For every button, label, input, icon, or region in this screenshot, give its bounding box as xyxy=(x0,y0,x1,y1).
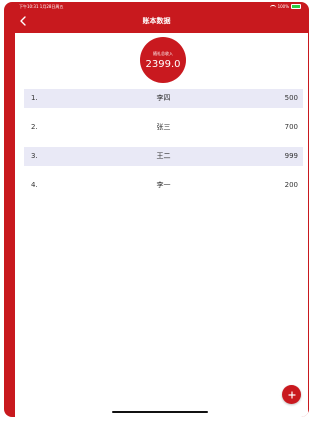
list-item[interactable]: 1. 李四 500 xyxy=(24,89,303,108)
ledger-list: 1. 李四 500 2. 张三 700 3. 王二 999 4. 李一 200 xyxy=(24,89,303,205)
battery-percentage: 100% xyxy=(277,4,289,9)
income-summary-label: 随礼总收入 xyxy=(153,51,173,56)
person-name: 李一 xyxy=(156,181,171,189)
person-name: 李四 xyxy=(156,94,171,102)
app-window: 下午10:31 1月28日周五 100% 账本数据 随礼总收入 2399.0 1… xyxy=(4,2,309,417)
battery-icon xyxy=(291,4,301,9)
content-panel: 随礼总收入 2399.0 1. 李四 500 2. 张三 700 3. 王二 9… xyxy=(15,33,308,417)
add-entry-button[interactable] xyxy=(282,385,301,404)
app-screen: 下午10:31 1月28日周五 100% 账本数据 随礼总收入 2399.0 1… xyxy=(0,0,313,424)
status-icons: 100% xyxy=(269,2,301,11)
row-index: 3. xyxy=(31,152,38,160)
row-index: 4. xyxy=(31,181,38,189)
list-item[interactable]: 2. 张三 700 xyxy=(24,118,303,137)
gift-amount: 200 xyxy=(284,181,298,189)
person-name: 王二 xyxy=(156,152,171,160)
person-name: 张三 xyxy=(156,123,171,131)
status-bar: 下午10:31 1月28日周五 100% xyxy=(4,2,309,11)
income-total-value: 2399.0 xyxy=(145,59,181,70)
status-time-date: 下午10:31 1月28日周五 xyxy=(19,4,64,9)
plus-icon xyxy=(287,390,296,399)
gift-amount: 700 xyxy=(284,123,298,131)
wifi-icon xyxy=(269,4,276,10)
navigation-bar: 账本数据 xyxy=(4,11,309,32)
income-summary: 随礼总收入 2399.0 xyxy=(140,37,186,83)
row-index: 1. xyxy=(31,94,38,102)
row-index: 2. xyxy=(31,123,38,131)
page-title: 账本数据 xyxy=(142,17,171,25)
list-item[interactable]: 4. 李一 200 xyxy=(24,176,303,195)
gift-amount: 999 xyxy=(284,152,298,160)
gift-amount: 500 xyxy=(284,94,298,102)
home-indicator[interactable] xyxy=(112,411,208,413)
list-item[interactable]: 3. 王二 999 xyxy=(24,147,303,166)
